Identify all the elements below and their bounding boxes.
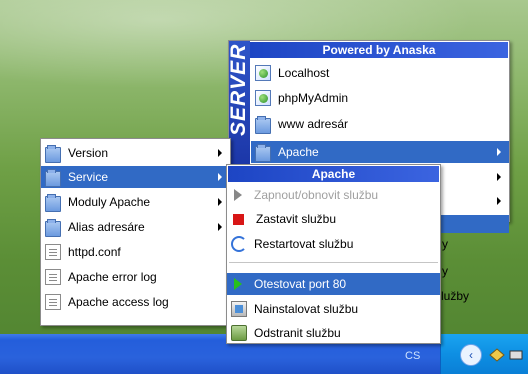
menu-item-httpd-conf[interactable]: httpd.conf: [41, 241, 230, 263]
menu-item-otestovat-port[interactable]: Otestovat port 80: [227, 273, 440, 295]
folder-icon: [255, 144, 271, 162]
document-icon: [45, 269, 61, 285]
apache-menu: Version Service Moduly Apache Alias adre…: [40, 138, 231, 326]
document-icon: [45, 294, 61, 310]
menu-item-restartovat-sluzbu[interactable]: Restartovat službu: [227, 233, 440, 255]
menu-item-nainstalovat-sluzbu[interactable]: Nainstalovat službu: [227, 298, 440, 320]
hidden-item-label[interactable]: lužby: [441, 289, 469, 303]
submenu-arrow-icon: [497, 173, 501, 181]
submenu-arrow-icon: [218, 149, 222, 157]
menu-item-apache-access-log[interactable]: Apache access log: [41, 291, 230, 313]
menu-separator: [229, 262, 438, 263]
tray-network-icon[interactable]: [508, 347, 526, 363]
menu-item-apache[interactable]: Apache: [251, 141, 509, 163]
menu-item-zastavit-sluzbu[interactable]: Zastavit službu: [227, 208, 440, 230]
play-icon: [234, 278, 242, 290]
tray-app-icon[interactable]: [488, 347, 506, 363]
banner-label: SERVER 2.0: [229, 43, 250, 136]
folder-icon: [255, 116, 271, 134]
folder-icon: [45, 145, 61, 163]
submenu-arrow-icon: [218, 173, 222, 181]
web-icon: [255, 90, 271, 106]
submenu-arrow-icon: [497, 197, 501, 205]
language-indicator[interactable]: CS: [405, 350, 420, 362]
folder-icon: [45, 219, 61, 237]
web-icon: [255, 65, 271, 81]
submenu-arrow-icon: [218, 223, 222, 231]
hidden-item-label[interactable]: y: [442, 237, 448, 251]
submenu-arrow-icon: [218, 198, 222, 206]
refresh-icon: [231, 236, 247, 252]
menu-item-localhost[interactable]: Localhost: [251, 62, 509, 84]
menu-title: Powered by Anaska: [250, 42, 508, 58]
menu-item-odstranit-sluzbu[interactable]: Odstranit službu: [227, 322, 440, 344]
menu-item-phpmyadmin[interactable]: phpMyAdmin: [251, 87, 509, 109]
menu-item-apache-error-log[interactable]: Apache error log: [41, 266, 230, 288]
folder-icon: [45, 169, 61, 187]
menu-item-service[interactable]: Service: [41, 166, 230, 188]
hidden-item-label[interactable]: y: [442, 264, 448, 278]
menu-item-www-adresar[interactable]: www adresár: [251, 113, 509, 135]
menu-item-version[interactable]: Version: [41, 142, 230, 164]
folder-icon: [45, 194, 61, 212]
remove-icon: [231, 325, 247, 341]
hidden-selection: [441, 215, 509, 233]
submenu-arrow-icon: [497, 148, 501, 156]
service-submenu: Apache Zapnout/obnovit službu Zastavit s…: [226, 164, 441, 344]
install-icon: [231, 301, 247, 317]
menu-item-zapnout-sluzbu[interactable]: Zapnout/obnovit službu: [227, 184, 440, 206]
submenu-title: Apache: [228, 166, 439, 182]
document-icon: [45, 244, 61, 260]
tray-expand-icon[interactable]: ‹: [460, 344, 482, 366]
menu-item-alias-adresare[interactable]: Alias adresáre: [41, 216, 230, 238]
menu-item-moduly-apache[interactable]: Moduly Apache: [41, 191, 230, 213]
play-icon: [234, 189, 242, 201]
stop-icon: [233, 213, 244, 225]
